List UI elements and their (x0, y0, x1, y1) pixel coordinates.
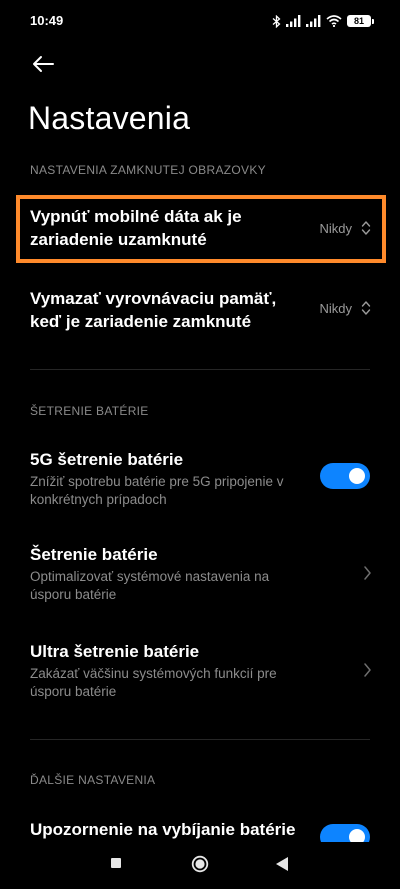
setting-subtitle: Znížiť spotrebu batérie pre 5G pripojeni… (30, 474, 284, 507)
battery-icon: 81 (347, 15, 374, 27)
highlight-box (16, 195, 386, 263)
status-time: 10:49 (30, 13, 64, 28)
home-circle-icon[interactable] (191, 855, 209, 873)
toggle-knob (349, 468, 365, 484)
chevron-right-icon (364, 566, 371, 580)
setting-title: Vymazať vyrovnávaciu pamäť, keď je zaria… (30, 289, 277, 331)
chevron-right-icon (364, 663, 371, 677)
setting-battery-saver[interactable]: Šetrenie batérie Optimalizovať systémové… (0, 535, 400, 610)
setting-title: Šetrenie batérie (30, 545, 158, 564)
battery-level: 81 (347, 15, 371, 27)
status-icons: 81 (272, 13, 374, 29)
setting-subtitle: Zakázať väčšinu systémových funkcií pre … (30, 666, 277, 699)
divider (30, 739, 370, 740)
setting-ultra-battery-saver[interactable]: Ultra šetrenie batérie Zakázať väčšinu s… (0, 632, 400, 707)
section-header-more-settings: ĎALŠIE NASTAVENIA (30, 773, 156, 787)
setting-5g-battery-saving[interactable]: 5G šetrenie batérie Znížiť spotrebu baté… (0, 440, 400, 515)
navigation-bar (0, 842, 400, 889)
updown-chevron-icon (361, 301, 371, 315)
signal-icon-2 (306, 15, 321, 27)
wifi-icon (326, 15, 342, 27)
setting-subtitle: Optimalizovať systémové nastavenia na ús… (30, 569, 270, 602)
setting-clear-cache[interactable]: Vymazať vyrovnávaciu pamäť, keď je zaria… (0, 275, 400, 345)
back-triangle-icon[interactable] (275, 856, 289, 872)
page-title: Nastavenia (28, 100, 191, 136)
setting-value: Nikdy (319, 301, 352, 316)
recents-square-icon[interactable] (111, 858, 121, 868)
toggle-switch[interactable] (320, 463, 370, 489)
setting-title: Ultra šetrenie batérie (30, 642, 200, 661)
section-header-lock-screen: NASTAVENIA ZAMKNUTEJ OBRAZOVKY (30, 163, 266, 177)
setting-title: Upozornenie na vybíjanie batérie (30, 820, 296, 839)
setting-title: 5G šetrenie batérie (30, 450, 184, 469)
back-button[interactable] (28, 50, 58, 78)
section-header-battery-saving: ŠETRENIE BATÉRIE (30, 404, 149, 418)
arrow-left-icon (33, 56, 54, 72)
status-bar: 10:49 81 (0, 0, 400, 40)
divider (30, 369, 370, 370)
bluetooth-icon (272, 14, 281, 28)
signal-icon (286, 15, 301, 27)
